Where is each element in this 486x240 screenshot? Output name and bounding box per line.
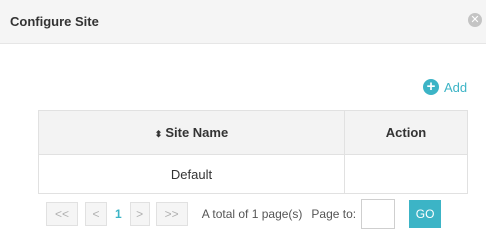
first-page-button[interactable]: << (46, 202, 78, 226)
table-row[interactable]: Default (38, 154, 468, 194)
page-number-current[interactable]: 1 (107, 207, 130, 221)
column-header-action: Action (344, 110, 468, 155)
sites-table: ⬍ Site Name Action Default (38, 110, 468, 194)
add-site-button[interactable]: + Add (423, 79, 467, 95)
prev-page-button[interactable]: < (85, 202, 107, 226)
plus-circle-icon: + (423, 79, 439, 95)
configure-site-dialog: Configure Site ✕ + Add ⬍ Site Name Action… (0, 0, 486, 240)
next-page-button[interactable]: > (129, 202, 150, 226)
column-header-site-name[interactable]: ⬍ Site Name (38, 110, 345, 155)
total-pages-text: A total of 1 page(s) (201, 207, 303, 221)
page-to-label: Page to: (311, 207, 357, 221)
column-label-site-name: Site Name (165, 125, 229, 140)
go-button[interactable]: GO (409, 200, 442, 228)
close-icon[interactable]: ✕ (468, 13, 482, 27)
dialog-title: Configure Site (10, 14, 99, 29)
table-header-row: ⬍ Site Name Action (38, 110, 468, 155)
page-to-input[interactable] (361, 199, 396, 229)
last-page-button[interactable]: >> (155, 202, 188, 226)
cell-site-name: Default (38, 154, 345, 194)
dialog-header: Configure Site ✕ (0, 0, 486, 44)
cell-action (344, 154, 468, 194)
add-label: Add (444, 79, 468, 95)
sort-icon[interactable]: ⬍ (155, 129, 163, 139)
pagination: << < 1 > >> A total of 1 page(s) Page to… (46, 199, 442, 229)
